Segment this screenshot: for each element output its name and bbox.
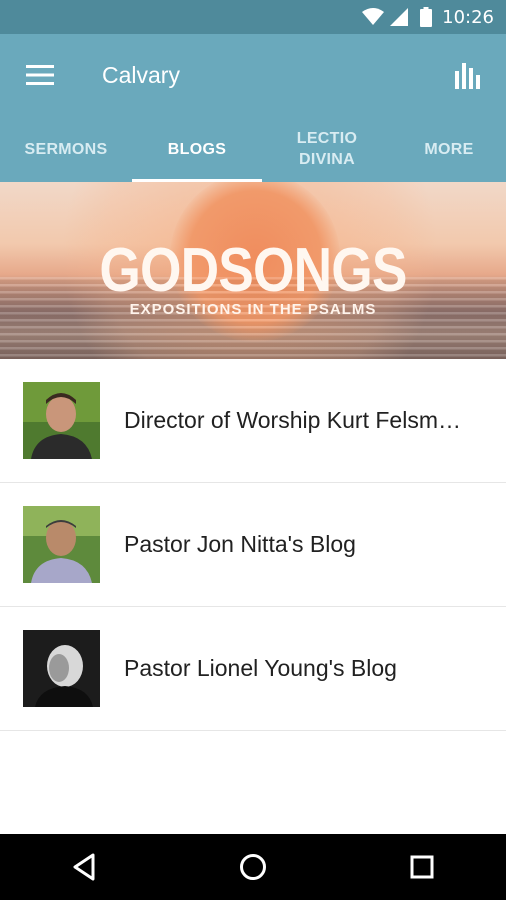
tab-blogs[interactable]: BLOGS	[132, 116, 262, 182]
tab-label: BLOGS	[167, 140, 227, 158]
recents-icon[interactable]	[392, 837, 452, 897]
clock: 10:26	[442, 6, 494, 28]
bar-chart-icon[interactable]	[448, 55, 488, 95]
status-bar: 10:26	[0, 0, 506, 34]
tab-sermons[interactable]: SERMONS	[0, 116, 132, 182]
tab-more[interactable]: MORE	[392, 116, 506, 182]
blog-list-item[interactable]: Director of Worship Kurt Felsm…	[0, 359, 506, 483]
avatar	[23, 382, 100, 459]
series-banner[interactable]: GODSONGS EXPOSITIONS IN THE PSALMS	[0, 182, 506, 359]
cellular-signal-icon	[390, 8, 409, 26]
tab-label: LECTIO DIVINA	[296, 130, 358, 168]
blog-list: Director of Worship Kurt Felsm… Pastor J…	[0, 359, 506, 731]
avatar	[23, 506, 100, 583]
back-icon[interactable]	[54, 837, 114, 897]
blog-list-item[interactable]: Pastor Jon Nitta's Blog	[0, 483, 506, 607]
app-title: Calvary	[102, 61, 180, 88]
tab-label: SERMONS	[24, 140, 108, 158]
tab-bar: SERMONS BLOGS LECTIO DIVINA MORE	[0, 116, 506, 182]
tab-lectio-divina[interactable]: LECTIO DIVINA	[262, 116, 392, 182]
home-icon[interactable]	[223, 837, 283, 897]
navigation-bar	[0, 834, 506, 900]
blog-title: Director of Worship Kurt Felsm…	[124, 407, 461, 433]
app-bar: Calvary	[0, 34, 506, 116]
blog-title: Pastor Lionel Young's Blog	[124, 655, 397, 681]
avatar	[23, 630, 100, 707]
blog-list-item[interactable]: Pastor Lionel Young's Blog	[0, 607, 506, 731]
wifi-icon	[362, 8, 385, 26]
hamburger-menu-icon[interactable]	[20, 55, 60, 95]
blog-title: Pastor Jon Nitta's Blog	[124, 531, 356, 557]
banner-subtitle: EXPOSITIONS IN THE PSALMS	[129, 301, 377, 318]
tab-label: MORE	[424, 140, 474, 158]
banner-title: GODSONGS	[99, 236, 407, 305]
battery-icon	[420, 7, 433, 27]
